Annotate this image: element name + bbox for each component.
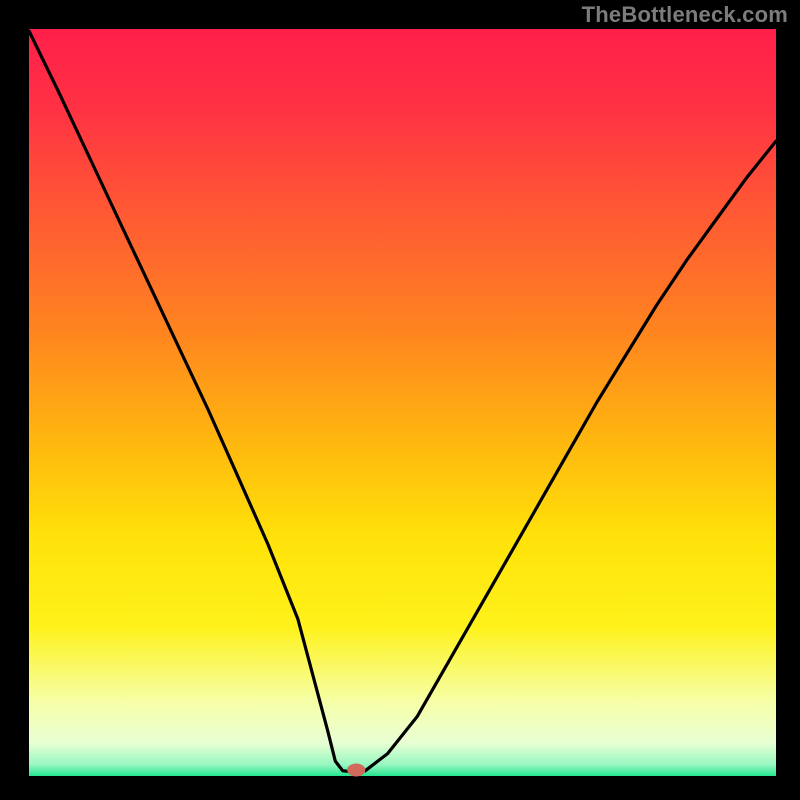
optimal-point-marker bbox=[347, 764, 365, 777]
chart-frame: TheBottleneck.com bbox=[0, 0, 800, 800]
plot-background bbox=[29, 29, 776, 776]
bottleneck-chart bbox=[0, 0, 800, 800]
watermark-text: TheBottleneck.com bbox=[582, 2, 788, 28]
